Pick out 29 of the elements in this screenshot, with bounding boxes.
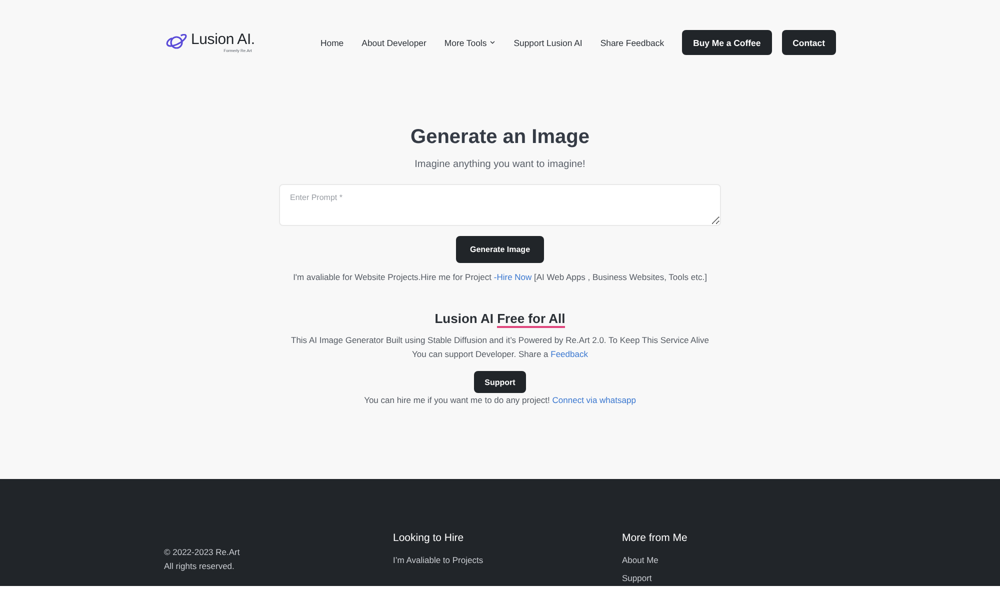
logo-name: Lusion AI. bbox=[191, 32, 255, 48]
nav-button[interactable]: Buy Me a Coffee bbox=[682, 30, 772, 55]
hire-now-link[interactable]: -Hire Now bbox=[494, 272, 532, 282]
service-description: This AI Image Generator Built using Stable Diffusion and it’s Powered by Re.Art 2.0. To Keep This Service Alive You can support Developer. Share a Feedback bbox=[290, 334, 710, 361]
copyright-text: © 2022-2023 Re.Art bbox=[164, 546, 240, 559]
page-title: Generate an Image bbox=[410, 125, 590, 149]
footer-link[interactable]: About Me bbox=[622, 554, 658, 566]
prompt-field[interactable]: Enter Prompt * bbox=[279, 184, 721, 226]
section-title: Lusion AI Free for All bbox=[434, 311, 566, 327]
support-button[interactable]: Support bbox=[474, 371, 526, 393]
page-subtitle: Imagine anything you want to imagine! bbox=[414, 158, 586, 172]
feedback-link[interactable]: Feedback bbox=[550, 349, 588, 359]
contact-note: You can hire me if you want me to do any project! Connect via whatsapp bbox=[364, 394, 636, 406]
footer-heading: More from Me bbox=[622, 531, 688, 545]
nav-link[interactable]: About Developer bbox=[362, 38, 426, 48]
nav-link[interactable]: Support Lusion AI bbox=[514, 38, 582, 48]
planet-logo-icon bbox=[166, 34, 187, 51]
generate-button[interactable]: Generate Image bbox=[456, 236, 544, 263]
chevron-down-icon bbox=[488, 39, 496, 46]
nav-button[interactable]: Contact bbox=[782, 30, 836, 55]
footer-heading: Looking to Hire bbox=[393, 531, 464, 545]
nav-dropdown[interactable]: More Tools bbox=[444, 38, 496, 48]
footer-link[interactable]: I’m Avaliable to Projects bbox=[393, 554, 484, 566]
hire-note: I'm avaliable for Website Projects.Hire me for Project -Hire Now [AI Web Apps , Business Websites, Tools etc.] bbox=[293, 271, 707, 283]
whatsapp-link[interactable]: Connect via whatsapp bbox=[552, 395, 636, 405]
nav-link[interactable]: Share Feedback bbox=[600, 38, 664, 48]
footer-link[interactable]: Support bbox=[622, 572, 652, 584]
nav-link[interactable]: Home bbox=[320, 38, 344, 48]
copyright-text: All rights reserved. bbox=[164, 560, 234, 573]
